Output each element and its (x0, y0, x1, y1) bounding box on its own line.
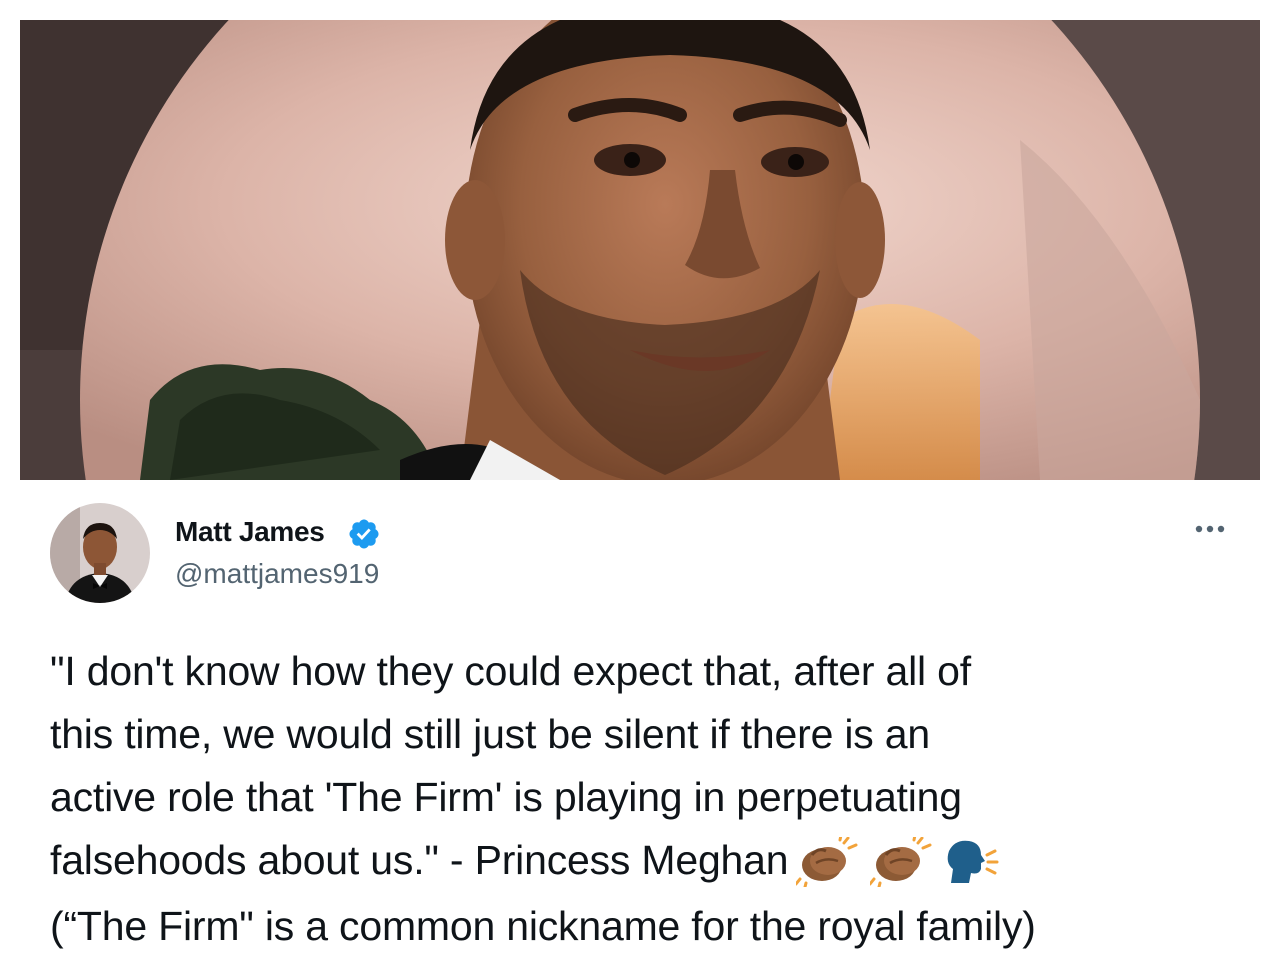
profile-photo-image (20, 20, 1260, 480)
tweet-text: "I don't know how they could expect that… (50, 640, 1260, 958)
clapping-hands-emoji (868, 833, 932, 889)
tweet-text-line: "I don't know how they could expect that… (50, 648, 971, 694)
emoji-row (794, 828, 999, 891)
avatar-image (50, 503, 150, 603)
author-handle[interactable]: @mattjames919 (175, 558, 379, 590)
author-display-name[interactable]: Matt James (175, 516, 325, 548)
clapping-hands-emoji (794, 833, 858, 889)
speaking-head-emoji (947, 840, 999, 883)
verified-badge-icon (349, 519, 379, 549)
tweet-card: Matt James @mattjames919 "I don't know h… (0, 480, 1280, 980)
tweet-text-line-with-emojis: falsehoods about us." - Princess Meghan (50, 829, 1260, 895)
avatar[interactable] (50, 503, 150, 603)
tweet-text-line: (“The Firm" is a common nickname for the… (50, 902, 1036, 949)
tweet-text-line: falsehoods about us." - Princess Meghan (50, 837, 789, 883)
tweet-text-line: active role that 'The Firm' is playing i… (50, 774, 962, 820)
more-horizontal-icon[interactable] (1190, 516, 1230, 542)
tweet-text-line: this time, we would still just be silent… (50, 711, 930, 757)
profile-photo-enlarged (20, 20, 1260, 480)
